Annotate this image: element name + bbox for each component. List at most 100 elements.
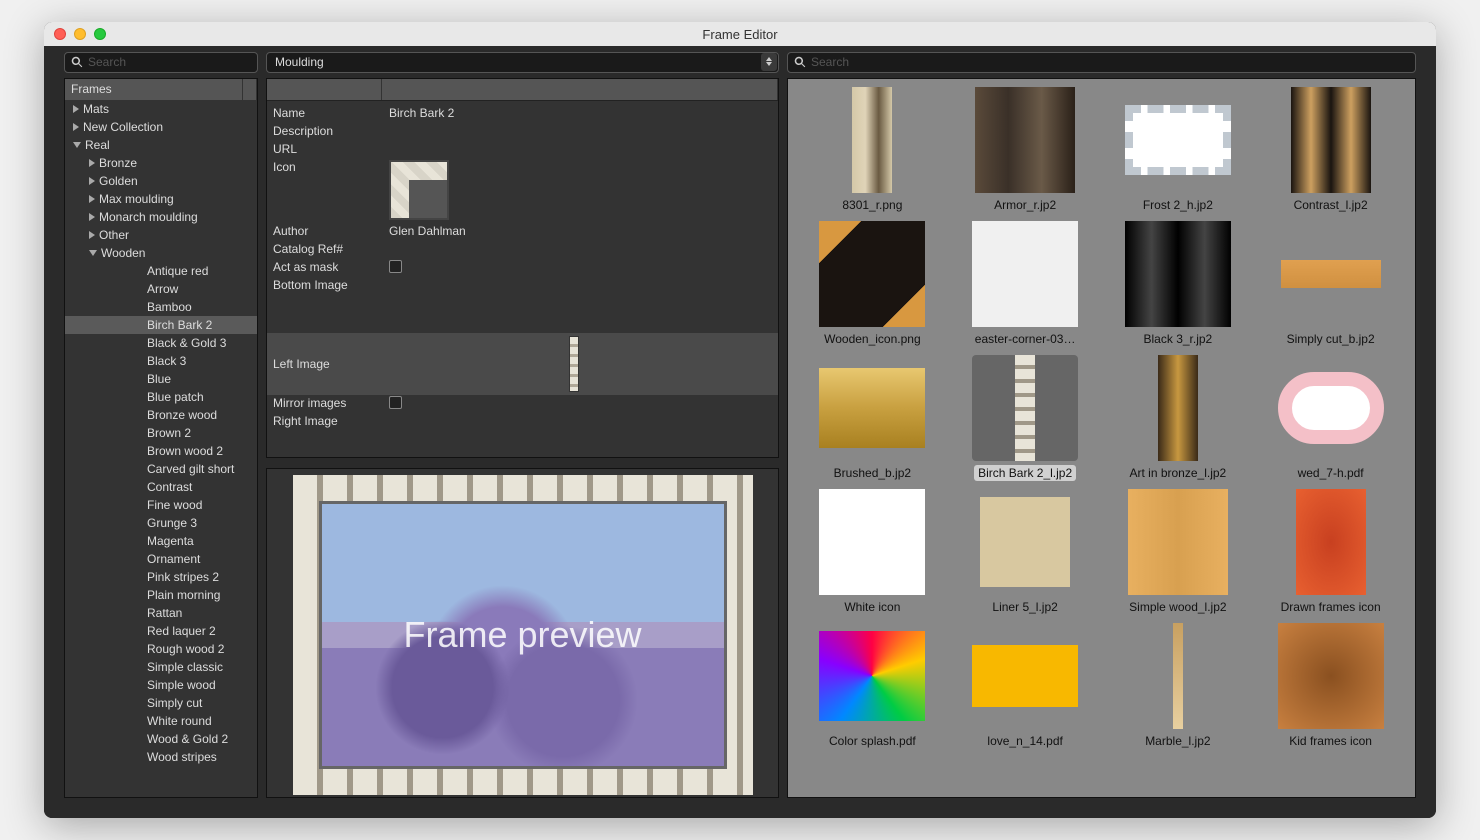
tree-item[interactable]: Black & Gold 3 <box>65 334 257 352</box>
tree-item[interactable]: Other <box>65 226 257 244</box>
property-value[interactable] <box>389 414 772 430</box>
tree-item[interactable]: Birch Bark 2 <box>65 316 257 334</box>
tree-item[interactable]: Pink stripes 2 <box>65 568 257 586</box>
property-value[interactable] <box>389 142 772 158</box>
gallery-item[interactable]: Art in bronze_l.jp2 <box>1102 355 1255 481</box>
gallery-item[interactable]: Kid frames icon <box>1254 623 1407 749</box>
tree-item[interactable]: Wood stripes <box>65 748 257 766</box>
search-frames-input[interactable] <box>88 55 251 69</box>
gallery-item[interactable]: Liner 5_l.jp2 <box>949 489 1102 615</box>
checkbox[interactable] <box>389 396 402 409</box>
chevron-right-icon[interactable] <box>89 159 95 167</box>
gallery-item[interactable]: Simply cut_b.jp2 <box>1254 221 1407 347</box>
search-gallery-input[interactable] <box>811 55 1409 69</box>
tree-item[interactable]: Max moulding <box>65 190 257 208</box>
property-value[interactable]: Glen Dahlman <box>389 224 772 240</box>
property-value[interactable] <box>389 124 772 140</box>
tree-item[interactable]: Wooden <box>65 244 257 262</box>
gallery-item[interactable]: 8301_r.png <box>796 87 949 213</box>
close-window-button[interactable] <box>54 28 66 40</box>
tree-item[interactable]: Carved gilt short <box>65 460 257 478</box>
tree-item[interactable]: Fine wood <box>65 496 257 514</box>
chevron-right-icon[interactable] <box>89 177 95 185</box>
tree-item[interactable]: Bronze <box>65 154 257 172</box>
tree-item[interactable]: Golden <box>65 172 257 190</box>
gallery-item[interactable]: easter-corner-03… <box>949 221 1102 347</box>
category-dropdown[interactable]: Moulding <box>266 52 779 73</box>
tree-item[interactable]: Simple classic <box>65 658 257 676</box>
tree-item[interactable]: Monarch moulding <box>65 208 257 226</box>
gallery-item[interactable]: Frost 2_h.jp2 <box>1102 87 1255 213</box>
gallery-thumbnail <box>972 355 1078 461</box>
tree-item[interactable]: Blue <box>65 370 257 388</box>
property-value[interactable] <box>389 260 772 276</box>
gallery-item[interactable]: Wooden_icon.png <box>796 221 949 347</box>
tree-item[interactable]: Wood & Gold 2 <box>65 730 257 748</box>
chevron-right-icon[interactable] <box>73 123 79 131</box>
image-thumbnail[interactable] <box>569 336 579 392</box>
tree-item[interactable]: Ornament <box>65 550 257 568</box>
tree-item[interactable]: Arrow <box>65 280 257 298</box>
tree-item[interactable]: Real <box>65 136 257 154</box>
properties-header[interactable] <box>267 79 778 101</box>
property-value[interactable]: Birch Bark 2 <box>389 106 772 122</box>
chevron-right-icon[interactable] <box>89 213 95 221</box>
tree-item[interactable]: Blue patch <box>65 388 257 406</box>
property-value[interactable] <box>389 242 772 258</box>
minimize-window-button[interactable] <box>74 28 86 40</box>
tree-item[interactable]: Magenta <box>65 532 257 550</box>
tree-item[interactable]: Contrast <box>65 478 257 496</box>
zoom-window-button[interactable] <box>94 28 106 40</box>
chevron-down-icon[interactable] <box>89 250 97 256</box>
tree-item[interactable]: Brown wood 2 <box>65 442 257 460</box>
tree-item[interactable]: Bamboo <box>65 298 257 316</box>
gallery-item[interactable]: Birch Bark 2_l.jp2 <box>949 355 1102 481</box>
gallery-item-label: Marble_l.jp2 <box>1141 733 1214 749</box>
tree-item[interactable]: Plain morning <box>65 586 257 604</box>
tree-item[interactable]: Antique red <box>65 262 257 280</box>
tree-item-label: Blue patch <box>147 390 204 404</box>
tree-item[interactable]: Grunge 3 <box>65 514 257 532</box>
property-value[interactable] <box>389 278 772 332</box>
search-gallery[interactable] <box>787 52 1416 73</box>
tree-item[interactable]: Mats <box>65 100 257 118</box>
frames-tree[interactable]: MatsNew CollectionRealBronzeGoldenMax mo… <box>65 100 257 797</box>
tree-item[interactable]: Bronze wood <box>65 406 257 424</box>
gallery-thumbnail <box>1125 489 1231 595</box>
property-value[interactable] <box>389 396 772 412</box>
tree-item[interactable]: Rattan <box>65 604 257 622</box>
gallery-item[interactable]: Drawn frames icon <box>1254 489 1407 615</box>
titlebar[interactable]: Frame Editor <box>44 22 1436 46</box>
search-frames[interactable] <box>64 52 258 73</box>
tree-item[interactable]: White round <box>65 712 257 730</box>
gallery-item[interactable]: Simple wood_l.jp2 <box>1102 489 1255 615</box>
icon-thumbnail[interactable] <box>389 160 449 220</box>
tree-item[interactable]: New Collection <box>65 118 257 136</box>
chevron-down-icon[interactable] <box>73 142 81 148</box>
property-value[interactable] <box>389 336 772 392</box>
gallery-item[interactable]: wed_7-h.pdf <box>1254 355 1407 481</box>
chevron-right-icon[interactable] <box>89 195 95 203</box>
tree-item-label: Brown 2 <box>147 426 191 440</box>
properties-body[interactable]: NameBirch Bark 2DescriptionURLIconAuthor… <box>267 101 778 457</box>
gallery-item[interactable]: Contrast_l.jp2 <box>1254 87 1407 213</box>
gallery-item[interactable]: love_n_14.pdf <box>949 623 1102 749</box>
property-value[interactable] <box>389 160 772 222</box>
tree-item[interactable]: Black 3 <box>65 352 257 370</box>
asset-gallery[interactable]: 8301_r.pngArmor_r.jp2Frost 2_h.jp2Contra… <box>787 78 1416 798</box>
gallery-item[interactable]: White icon <box>796 489 949 615</box>
tree-item[interactable]: Red laquer 2 <box>65 622 257 640</box>
gallery-item[interactable]: Marble_l.jp2 <box>1102 623 1255 749</box>
gallery-item[interactable]: Armor_r.jp2 <box>949 87 1102 213</box>
tree-item[interactable]: Simple wood <box>65 676 257 694</box>
chevron-right-icon[interactable] <box>73 105 79 113</box>
chevron-right-icon[interactable] <box>89 231 95 239</box>
sidebar-header[interactable]: Frames <box>65 79 257 100</box>
checkbox[interactable] <box>389 260 402 273</box>
tree-item[interactable]: Brown 2 <box>65 424 257 442</box>
gallery-item[interactable]: Brushed_b.jp2 <box>796 355 949 481</box>
tree-item[interactable]: Simply cut <box>65 694 257 712</box>
tree-item[interactable]: Rough wood 2 <box>65 640 257 658</box>
gallery-item[interactable]: Black 3_r.jp2 <box>1102 221 1255 347</box>
gallery-item[interactable]: Color splash.pdf <box>796 623 949 749</box>
